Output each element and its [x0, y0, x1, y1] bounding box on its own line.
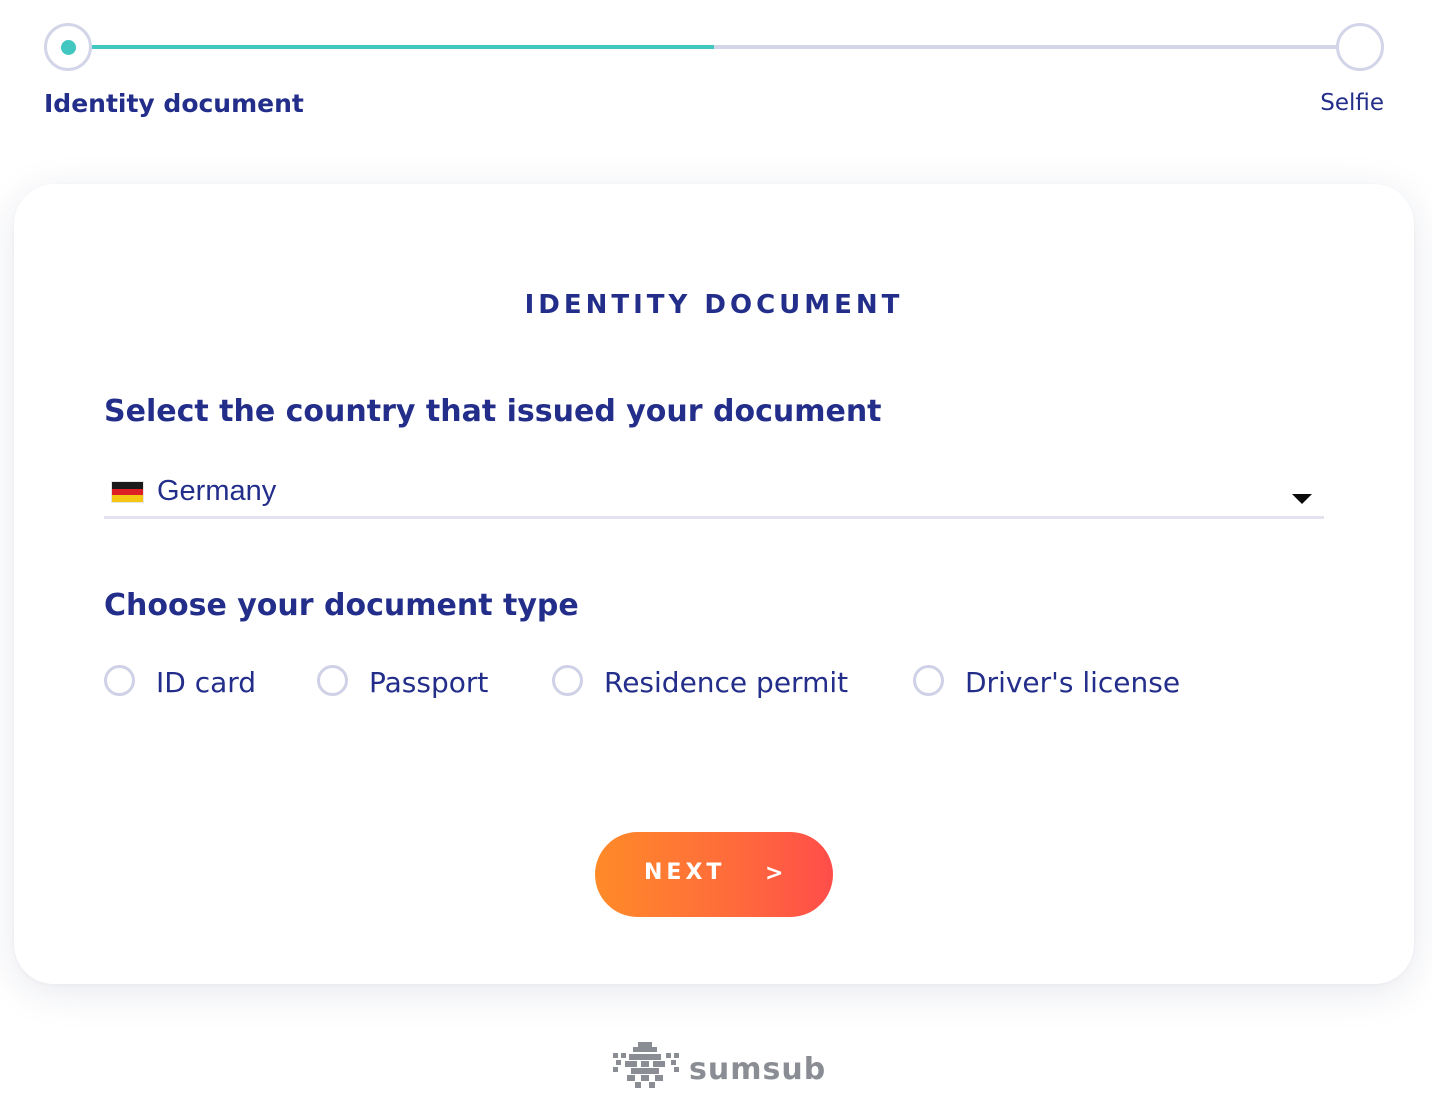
caret-down-icon[interactable]: [1292, 494, 1312, 504]
radio-circle-icon[interactable]: [317, 665, 348, 696]
identity-document-card: IDENTITY DOCUMENT Select the country tha…: [14, 184, 1414, 984]
step-label-identity-document: Identity document: [44, 89, 304, 118]
next-button[interactable]: NEXT >: [595, 832, 833, 917]
sumsub-logo-text: sumsub: [689, 1052, 827, 1087]
radio-label[interactable]: Residence permit: [604, 666, 848, 699]
step-label-selfie: Selfie: [1320, 90, 1384, 116]
step-selfie-indicator: [1336, 23, 1384, 71]
germany-flag-icon: [112, 482, 143, 502]
stepper-progress-fill: [88, 45, 714, 49]
radio-circle-icon[interactable]: [913, 665, 944, 696]
radio-circle-icon[interactable]: [552, 665, 583, 696]
card-title: IDENTITY DOCUMENT: [524, 290, 904, 320]
chevron-right-icon: >: [765, 861, 784, 886]
country-select[interactable]: Germany: [104, 470, 1324, 519]
sumsub-logo: sumsub: [613, 1042, 827, 1092]
sumsub-logo-icon: [613, 1042, 679, 1088]
progress-stepper: Identity document Selfie: [0, 0, 1432, 140]
document-type-heading: Choose your document type: [104, 588, 579, 623]
next-button-label: NEXT: [644, 860, 726, 885]
radio-label[interactable]: ID card: [156, 666, 256, 699]
selected-country: Germany: [157, 475, 277, 507]
radio-label[interactable]: Passport: [369, 666, 488, 699]
country-section-heading: Select the country that issued your docu…: [104, 394, 882, 429]
radio-label[interactable]: Driver's license: [965, 666, 1180, 699]
radio-circle-icon[interactable]: [104, 665, 135, 696]
step-identity-document-indicator: [44, 23, 92, 71]
active-step-dot: [60, 39, 76, 55]
